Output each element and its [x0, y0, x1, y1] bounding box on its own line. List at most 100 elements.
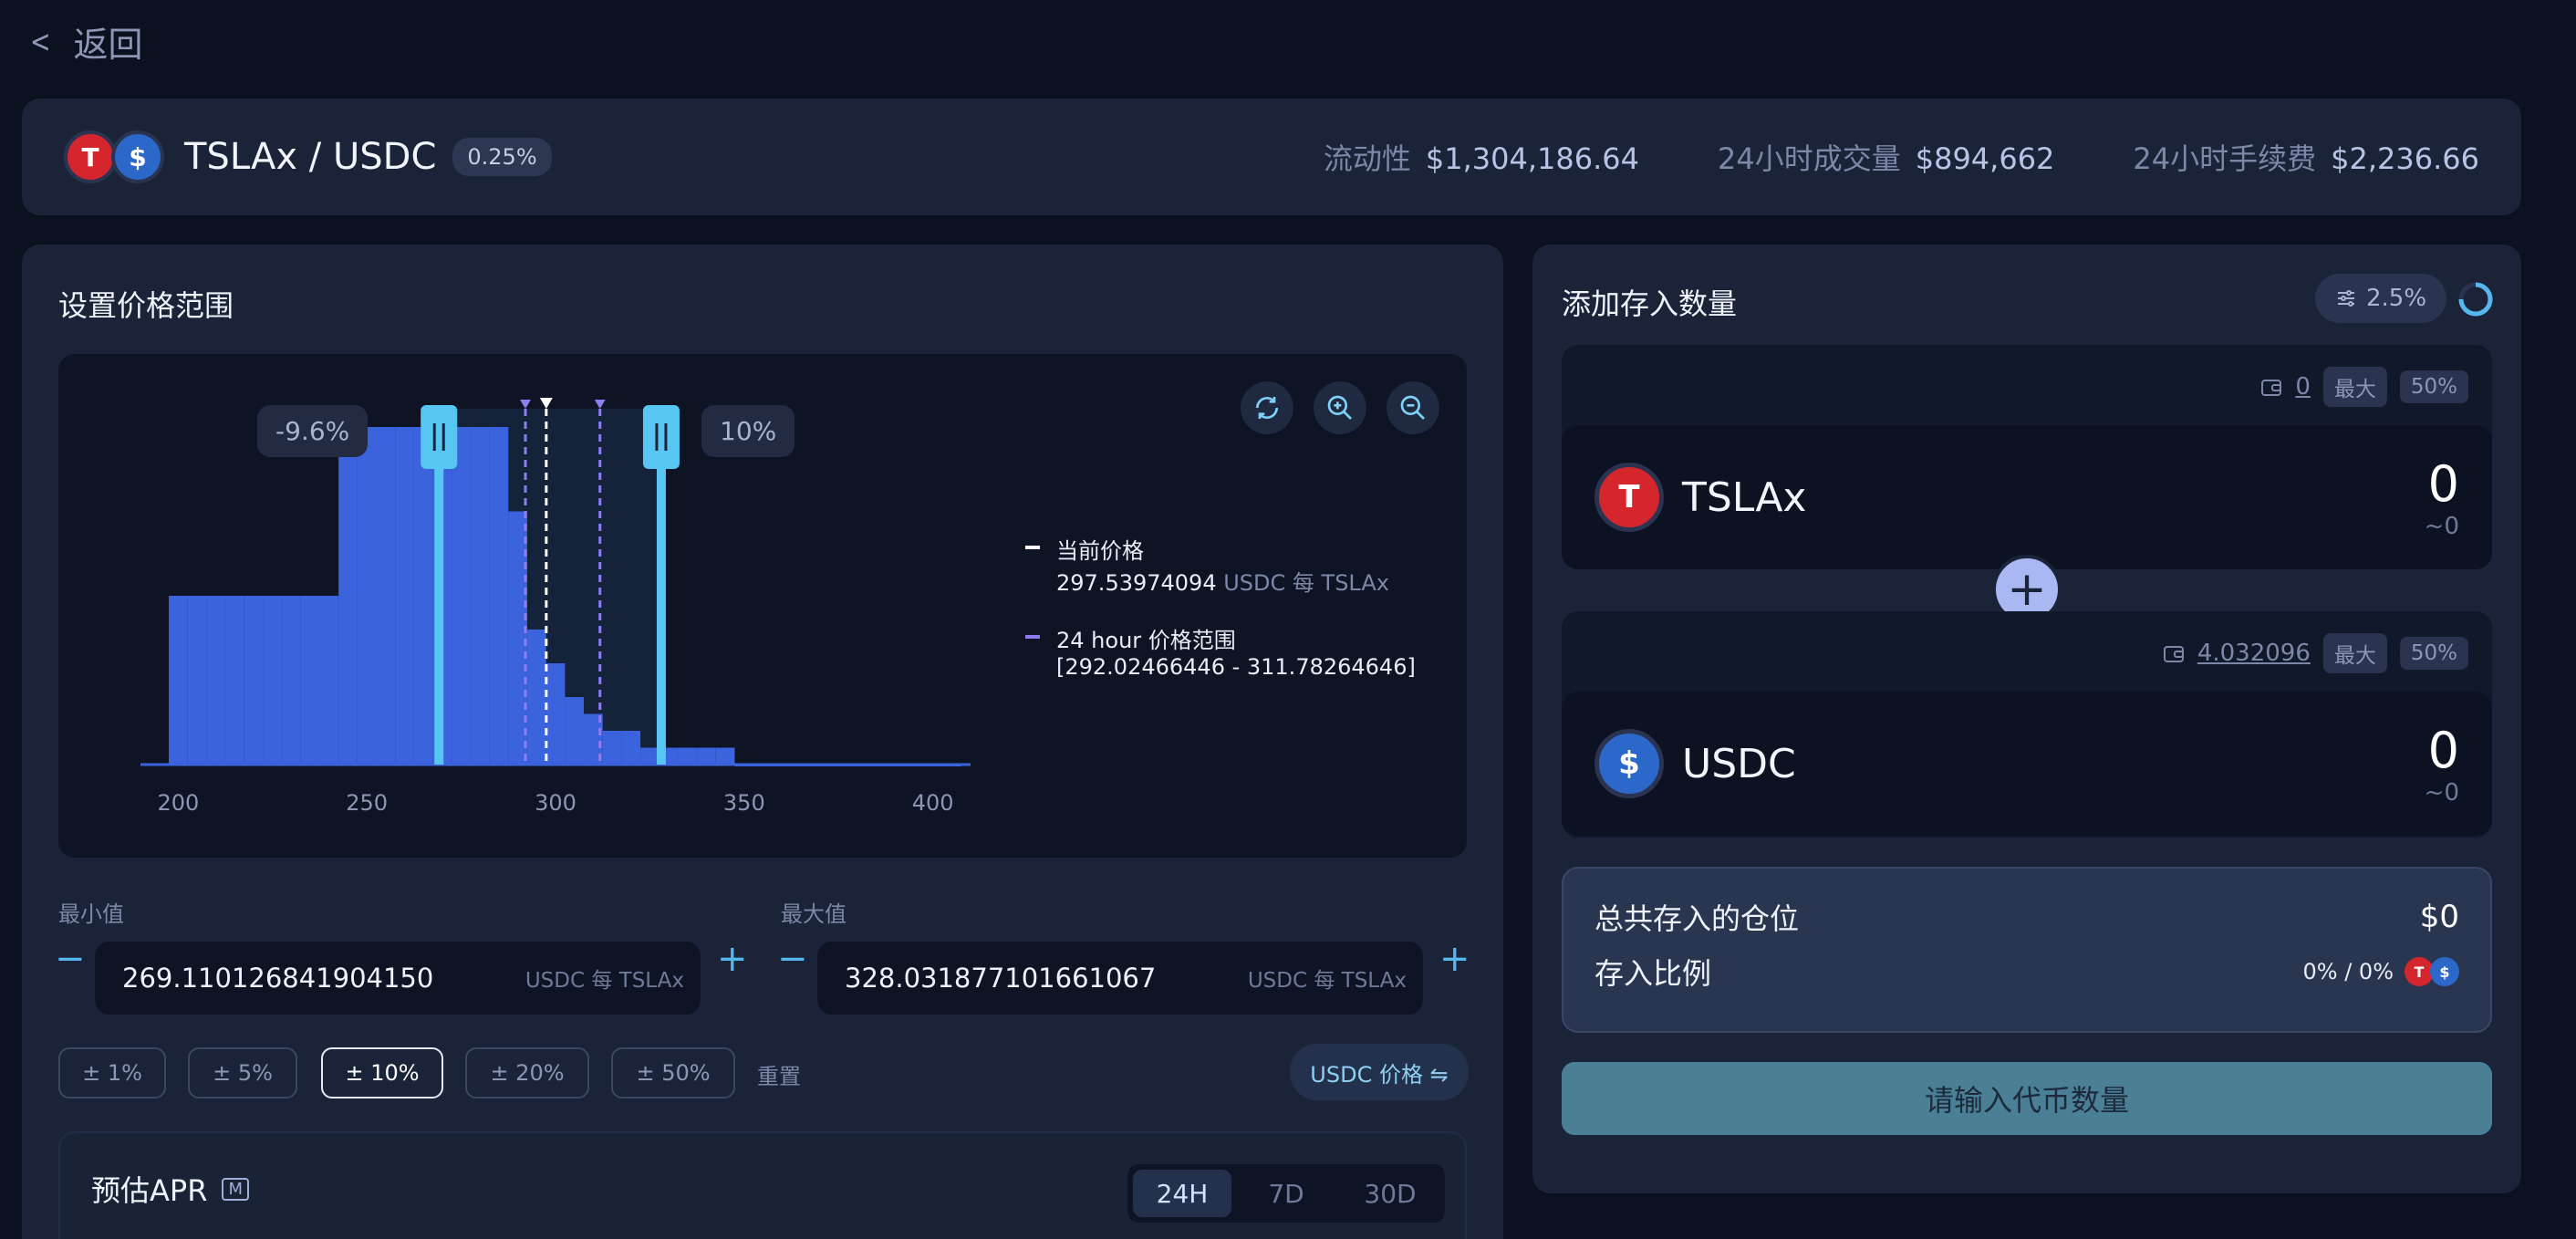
range-24h-marker	[594, 400, 606, 409]
tslax-balance[interactable]: 0	[2295, 373, 2311, 401]
usdc-amount: 0	[2427, 721, 2459, 779]
stat-liquidity: 流动性 $1,304,186.64	[1323, 141, 1639, 176]
min-price-label: 最小值	[58, 901, 124, 927]
histogram-bar	[206, 596, 226, 765]
x-tick-label: 300	[535, 790, 576, 816]
price-range-panel: 设置价格范围 200 250 300 350 400 -9.6% 10% 当前价格 29…	[22, 245, 1503, 1239]
usdc-token-icon: $	[111, 130, 164, 183]
histogram-bar	[169, 596, 188, 765]
tab-7d[interactable]: 7D	[1237, 1170, 1335, 1217]
histogram-bar	[565, 697, 585, 765]
refresh-chart-button[interactable]	[1241, 381, 1293, 434]
max-price-value: 328.031877101661067	[845, 963, 1157, 994]
histogram-bar	[489, 427, 509, 765]
histogram-bar	[413, 427, 433, 765]
back-link[interactable]: < 返回	[27, 16, 143, 67]
deposit-ratio-value: 0% / 0% T $	[2303, 957, 2459, 986]
preset-5-button[interactable]: ± 5%	[188, 1047, 297, 1098]
usdc-amount-input[interactable]: 0 ~0	[2425, 722, 2459, 807]
usdc-half-button[interactable]: 50%	[2399, 637, 2468, 670]
tslax-amount-row: T TSLAx 0 ~0	[1562, 425, 2492, 569]
slippage-value: 2.5%	[2366, 285, 2427, 312]
tslax-max-button[interactable]: 最大	[2322, 367, 2387, 407]
deposit-panel: 添加存入数量 2.5% 0 最大 50% T TSLAx 0 ~0 + 4.03…	[1532, 245, 2521, 1193]
min-price-input[interactable]: 269.110126841904150 USDC 每 TSLAx	[95, 942, 701, 1015]
deposit-ratio-label: 存入比例	[1594, 956, 1712, 991]
usdc-usd: ~0	[2424, 778, 2459, 807]
histogram-bar	[319, 596, 339, 765]
high-percent-chip: 10%	[701, 405, 795, 457]
current-price-swatch	[1025, 546, 1040, 549]
legend-24h-range: 24 hour 价格范围 [292.02466446 - 311.7826464…	[1025, 622, 1416, 680]
usdc-balance[interactable]: 4.032096	[2197, 640, 2311, 667]
tsla-token-icon: T	[1594, 463, 1664, 532]
price-base-toggle[interactable]: USDC 价格 ⇋	[1290, 1044, 1469, 1100]
histogram-bar	[526, 630, 546, 765]
zoom-out-icon	[1400, 395, 1425, 420]
preset-20-button[interactable]: ± 20%	[465, 1047, 589, 1098]
histogram-bar	[602, 731, 622, 765]
histogram-bar	[282, 596, 301, 765]
apr-title: 预估APR	[91, 1173, 208, 1208]
preset-10-button[interactable]: ± 10%	[321, 1047, 443, 1098]
histogram-bar	[395, 427, 414, 765]
pool-stats: 流动性 $1,304,186.64 24小时成交量 $894,662 24小时手续费…	[1324, 136, 2479, 178]
deposit-panel-title: 添加存入数量	[1562, 286, 1738, 321]
max-price-input[interactable]: 328.031877101661067 USDC 每 TSLAx	[817, 942, 1423, 1015]
usdc-max-button[interactable]: 最大	[2322, 633, 2387, 673]
sliders-icon	[2338, 290, 2354, 307]
max-price-unit: USDC 每 TSLAx	[1247, 969, 1407, 993]
histogram-bar	[452, 427, 471, 765]
max-increment-button[interactable]: +	[1439, 938, 1470, 980]
reset-button[interactable]: 重置	[757, 1058, 801, 1090]
tab-24h[interactable]: 24H	[1133, 1170, 1231, 1217]
min-price-value: 269.110126841904150	[122, 963, 434, 994]
slippage-setting-button[interactable]: 2.5%	[2315, 274, 2447, 323]
histogram-bar	[225, 596, 244, 765]
max-decrement-button[interactable]: −	[777, 938, 808, 980]
apr-info-badge[interactable]: M	[222, 1177, 249, 1201]
zoom-in-icon	[1327, 395, 1352, 420]
range-24h-swatch	[1025, 635, 1040, 639]
total-deposit-row: 总共存入的仓位 $0	[1594, 896, 2459, 938]
histogram-bar	[470, 427, 490, 765]
min-decrement-button[interactable]: −	[55, 938, 86, 980]
tslax-usd: ~0	[2424, 512, 2459, 540]
histogram-bar	[715, 747, 735, 765]
refresh-icon	[1256, 397, 1278, 419]
histogram-bar	[545, 663, 566, 765]
histogram-bar	[357, 427, 377, 765]
low-percent-chip: -9.6%	[257, 405, 369, 457]
max-price-label: 最大值	[781, 901, 847, 927]
submit-button[interactable]: 请输入代币数量	[1562, 1062, 2492, 1135]
stat-volume-24h: 24小时成交量 $894,662	[1717, 141, 2055, 176]
histogram-bar	[244, 596, 264, 765]
liquidity-chart: 200 250 300 350 400 -9.6% 10% 当前价格 297.53974…	[58, 354, 1467, 858]
min-increment-button[interactable]: +	[717, 938, 748, 980]
histogram-bar	[678, 747, 698, 765]
chevron-left-icon: <	[29, 23, 51, 60]
usdc-deposit-card: 4.032096 最大 50% $ USDC 0 ~0	[1562, 611, 2492, 838]
chart-legend: 当前价格 297.53974094 USDC 每 TSLAx 24 hour 价…	[1025, 533, 1416, 680]
usdc-symbol: USDC	[1682, 740, 1796, 787]
preset-50-button[interactable]: ± 50%	[611, 1047, 735, 1098]
preset-1-button[interactable]: ± 1%	[58, 1047, 166, 1098]
zoom-in-button[interactable]	[1314, 381, 1366, 434]
x-tick-label: 350	[723, 790, 765, 816]
usdc-token-icon: $	[2430, 957, 2459, 986]
tsla-token-icon: T	[64, 130, 117, 183]
histogram-bar	[300, 596, 320, 765]
histogram-bar	[376, 427, 396, 765]
pair-name: TSLAx / USDC	[184, 136, 437, 178]
legend-current-price: 当前价格 297.53974094 USDC 每 TSLAx	[1025, 533, 1416, 597]
fee-badge: 0.25%	[452, 138, 552, 176]
zoom-out-button[interactable]	[1387, 381, 1439, 434]
tslax-half-button[interactable]: 50%	[2399, 370, 2468, 403]
tab-30d[interactable]: 30D	[1341, 1170, 1439, 1217]
refresh-timer-icon[interactable]	[2457, 281, 2494, 318]
x-tick-label: 200	[157, 790, 199, 816]
deposit-summary: 总共存入的仓位 $0 存入比例 0% / 0% T $	[1562, 867, 2492, 1033]
range-24h-marker	[519, 400, 531, 409]
pair-icons: T $	[64, 130, 164, 183]
tslax-amount-input[interactable]: 0 ~0	[2425, 455, 2459, 540]
